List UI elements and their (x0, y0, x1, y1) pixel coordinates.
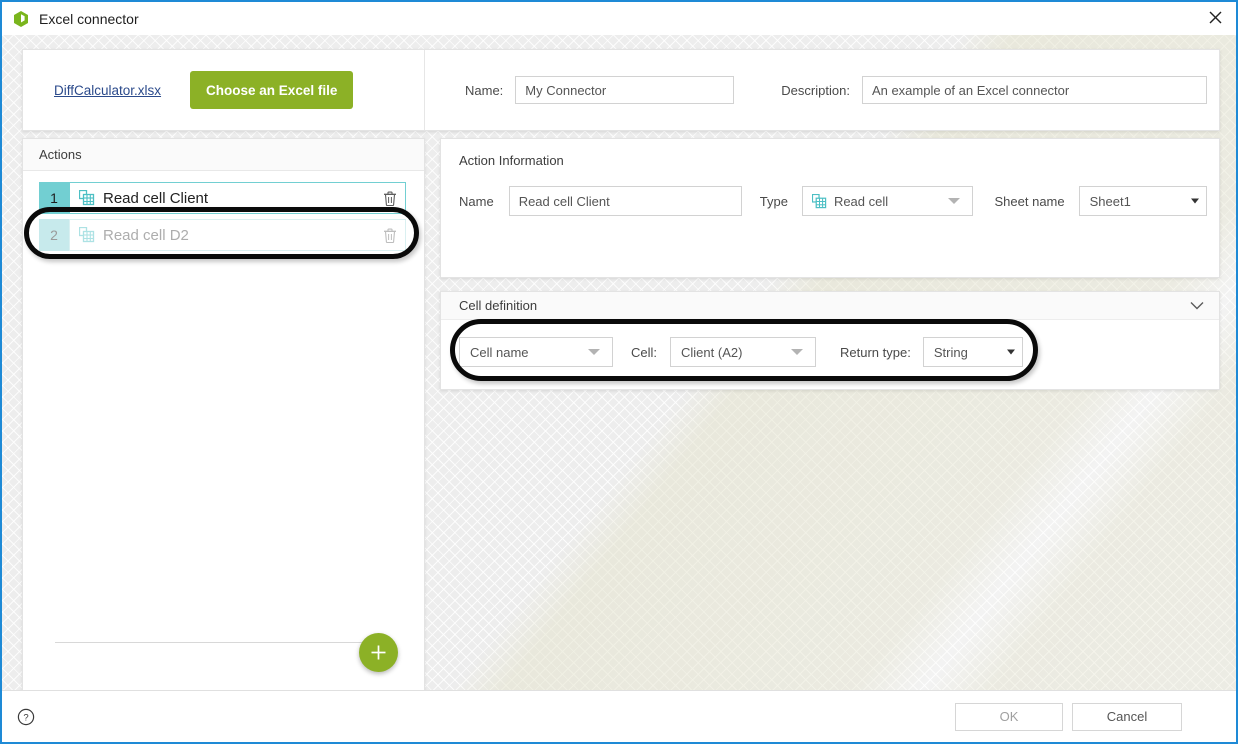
action-type-select[interactable]: Read cell (801, 186, 973, 216)
chevron-down-icon (791, 349, 804, 355)
dialog-body: DiffCalculator.xlsx Choose an Excel file… (2, 35, 1236, 691)
close-icon (1209, 11, 1221, 24)
sheet-name-value: Sheet1 (1089, 193, 1131, 209)
read-cell-icon (811, 193, 827, 208)
trash-icon (384, 228, 396, 243)
window-title: Excel connector (39, 10, 139, 27)
return-type-value: String (933, 344, 968, 360)
svg-text:?: ? (23, 712, 28, 723)
sheet-name-label: Sheet name (994, 193, 1065, 209)
action-list-item-2[interactable]: 2 Read cell D2 (39, 219, 406, 251)
help-button[interactable]: ? (17, 708, 35, 726)
cell-select[interactable]: Client (A2) (670, 337, 817, 367)
cancel-button[interactable]: Cancel (1072, 702, 1182, 731)
sheet-name-select[interactable]: Sheet1 (1078, 186, 1207, 216)
action-item-content[interactable]: Read cell D2 (69, 219, 406, 251)
action-information-panel: Action Information Name Type Read cell (440, 138, 1220, 278)
delete-action-button[interactable] (381, 189, 399, 207)
title-bar: Excel connector (2, 2, 1236, 35)
cell-label: Cell: (631, 344, 658, 360)
cell-definition-panel: Cell definition Cell name Cell: Client (… (440, 291, 1220, 390)
action-item-label: Read cell D2 (103, 226, 189, 244)
trash-icon (384, 191, 396, 206)
connector-meta-section: Name: Description: (426, 50, 1219, 130)
chevron-down-icon (1191, 198, 1199, 204)
file-selection-section: DiffCalculator.xlsx Choose an Excel file (23, 50, 425, 130)
dialog-footer: ? OK Cancel (2, 690, 1236, 742)
actions-panel-header: Actions (23, 139, 424, 171)
return-type-label: Return type: (840, 344, 911, 360)
delete-action-button[interactable] (381, 226, 399, 244)
connector-description-input[interactable] (861, 76, 1207, 104)
ok-button[interactable]: OK (955, 702, 1063, 731)
file-and-meta-card: DiffCalculator.xlsx Choose an Excel file… (22, 49, 1220, 131)
add-action-button[interactable] (359, 633, 398, 672)
read-cell-icon (79, 227, 95, 243)
chevron-down-icon (1006, 349, 1015, 355)
action-index-badge: 2 (39, 219, 69, 251)
action-name-label: Name (459, 193, 494, 209)
actions-list: 1 Read cell Client 2 Read cell D2 (23, 171, 424, 251)
read-cell-icon (79, 190, 95, 206)
selected-file-link[interactable]: DiffCalculator.xlsx (54, 83, 161, 98)
action-name-input[interactable] (508, 186, 742, 216)
chevron-down-icon (588, 349, 600, 355)
cell-definition-title: Cell definition (459, 298, 538, 313)
chevron-down-icon (947, 198, 960, 204)
connector-name-label: Name: (465, 82, 504, 98)
actions-panel-title: Actions (39, 147, 82, 162)
action-type-label: Type (759, 193, 788, 209)
cell-value: Client (A2) (681, 344, 743, 360)
plus-icon (371, 645, 386, 660)
action-item-content[interactable]: Read cell Client (69, 182, 406, 214)
help-circle-icon: ? (17, 708, 35, 725)
cell-mode-value: Cell name (470, 344, 529, 360)
cell-mode-select[interactable]: Cell name (459, 337, 613, 367)
excel-hexagon-icon (14, 10, 28, 27)
collapse-cell-definition-button[interactable] (1189, 298, 1205, 314)
cell-definition-header: Cell definition (441, 292, 1219, 320)
action-information-title: Action Information (459, 153, 564, 168)
action-list-item-1[interactable]: 1 Read cell Client (39, 182, 406, 214)
action-type-value: Read cell (833, 193, 889, 209)
action-information-fields: Name Type Read cell Sheet name (459, 186, 1207, 216)
actions-panel: Actions 1 Read cell Client 2 Read cell D… (22, 138, 425, 691)
connector-description-label: Description: (781, 82, 850, 98)
excel-connector-dialog: Excel connector DiffCalculator.xlsx Choo… (0, 0, 1238, 744)
connector-name-input[interactable] (515, 76, 735, 104)
action-index-badge: 1 (39, 182, 69, 214)
chevron-down-icon (1190, 302, 1204, 310)
cell-definition-fields: Cell name Cell: Client (A2) Return type:… (459, 337, 1023, 367)
choose-excel-file-button[interactable]: Choose an Excel file (190, 71, 354, 109)
action-item-label: Read cell Client (103, 189, 209, 207)
actions-divider (55, 642, 369, 643)
close-button[interactable] (1194, 2, 1236, 33)
return-type-select[interactable]: String (922, 337, 1023, 367)
